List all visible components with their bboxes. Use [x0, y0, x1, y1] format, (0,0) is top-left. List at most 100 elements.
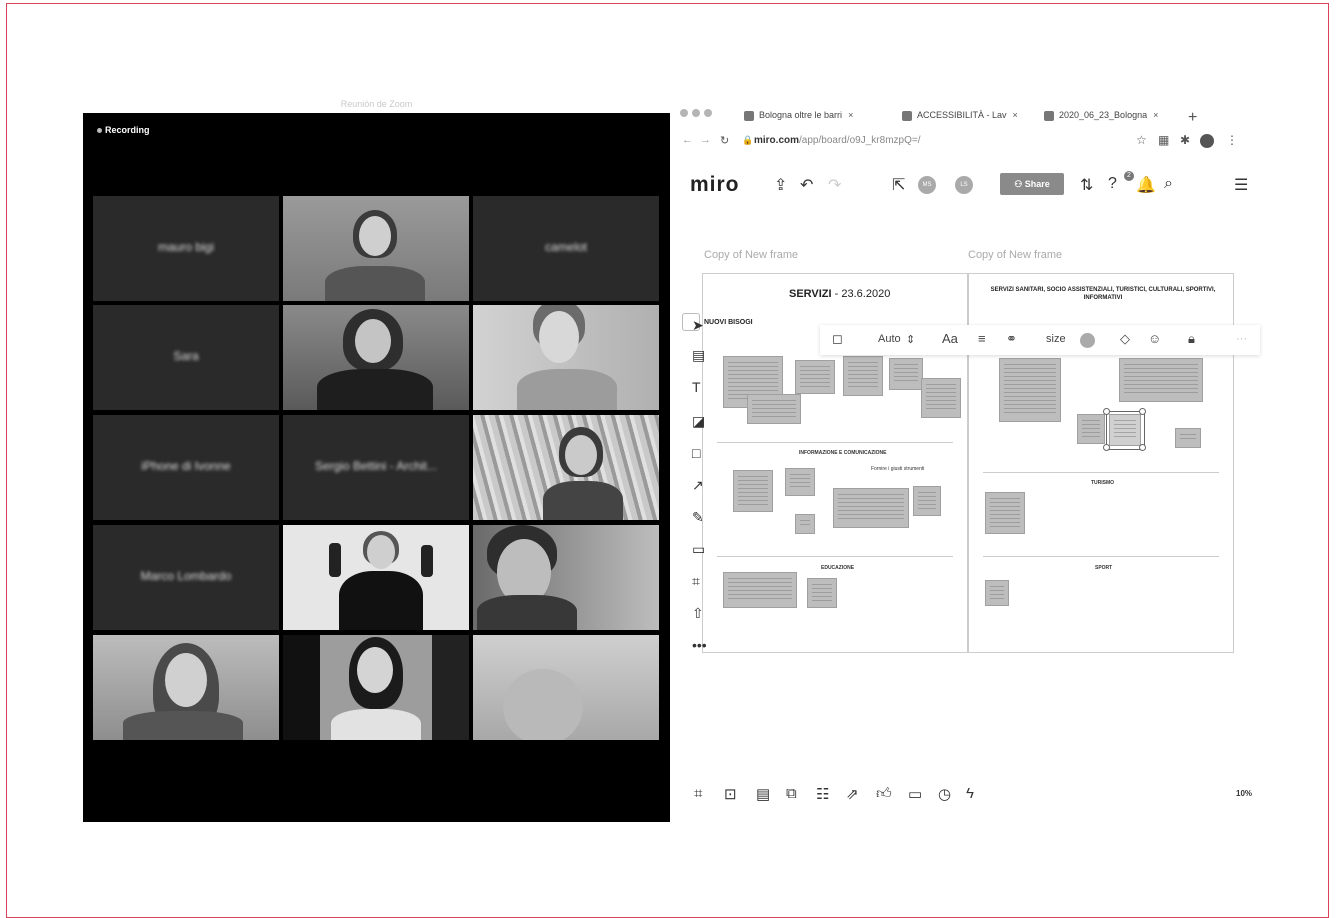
resize-handle[interactable] — [1103, 444, 1110, 451]
extensions-puzzle-icon[interactable]: ✱ — [1180, 133, 1190, 147]
sticky-note[interactable] — [843, 356, 883, 396]
participant-video-active[interactable] — [473, 525, 659, 630]
font-size-select[interactable]: Auto — [878, 333, 901, 345]
sticky-note[interactable] — [795, 514, 815, 534]
extension-grid-icon[interactable]: ▦ — [1158, 133, 1169, 147]
pen-icon[interactable]: ✎ — [692, 509, 704, 526]
participant-video[interactable] — [473, 415, 659, 520]
color-swatch[interactable] — [1080, 333, 1095, 348]
miro-logo[interactable]: miro — [690, 173, 740, 197]
timer-icon[interactable]: ◷ — [938, 785, 951, 803]
sticky-note[interactable] — [889, 358, 923, 390]
collaborator-avatar[interactable]: LS — [955, 176, 973, 194]
font-button[interactable]: Aa — [942, 331, 958, 346]
sticky-note[interactable] — [785, 468, 815, 496]
templates-icon[interactable]: ▤ — [692, 347, 705, 364]
bookmark-star-icon[interactable]: ☆ — [1136, 133, 1147, 147]
participant-video[interactable] — [283, 305, 469, 410]
screen-share-icon[interactable]: ⇗ — [846, 785, 859, 803]
sticky-note-icon[interactable]: ◪ — [692, 413, 705, 430]
presentation-icon[interactable]: ⊡ — [724, 785, 737, 803]
sticky-note[interactable] — [833, 488, 909, 528]
settings-sliders-icon[interactable]: ⇅ — [1080, 175, 1093, 195]
participant-video[interactable] — [283, 525, 469, 630]
redo-icon[interactable]: ↷ — [828, 175, 841, 195]
participant-tile[interactable]: mauro bigi — [93, 196, 279, 301]
connector-line-icon[interactable]: ↗ — [692, 477, 704, 494]
sticky-note[interactable] — [1119, 358, 1203, 402]
share-button[interactable]: ⚇ Share — [1000, 173, 1064, 195]
select-cursor-icon[interactable]: ➤ — [692, 317, 704, 334]
frame-title[interactable]: Copy of New frame — [704, 249, 798, 261]
cards-icon[interactable]: ⧉ — [786, 785, 797, 802]
bell-icon[interactable]: 🔔 — [1136, 175, 1156, 195]
font-size-stepper-icon[interactable]: ⇕ — [906, 333, 915, 346]
shape-icon[interactable]: □ — [692, 445, 700, 461]
forward-icon[interactable]: → — [700, 134, 711, 146]
participant-video[interactable] — [283, 635, 469, 740]
more-tools-icon[interactable]: ••• — [692, 637, 707, 653]
reload-icon[interactable]: ↻ — [720, 134, 729, 147]
browser-tab-active[interactable]: 2020_06_23_Bologna × — [1044, 107, 1158, 123]
help-icon[interactable]: ? — [1108, 175, 1117, 193]
maximize-window-icon[interactable] — [704, 109, 712, 117]
browser-tab[interactable]: ACCESSIBILITÀ - Lav × — [902, 107, 1018, 123]
participant-tile[interactable]: iPhone di Ivonne — [93, 415, 279, 520]
board-menu-icon[interactable]: ☰ — [1234, 175, 1248, 195]
tab-close-icon[interactable]: × — [848, 110, 853, 120]
undo-icon[interactable]: ↶ — [800, 175, 813, 195]
sticky-note[interactable] — [1077, 414, 1105, 444]
sticky-note[interactable] — [795, 360, 835, 394]
resize-handle[interactable] — [1139, 444, 1146, 451]
activity-icon[interactable]: ϟ — [966, 785, 974, 802]
sticky-note[interactable] — [723, 572, 797, 608]
participant-video[interactable] — [93, 635, 279, 740]
participant-tile[interactable]: Marco Lombardo — [93, 525, 279, 630]
participant-video[interactable] — [473, 305, 659, 410]
sticky-note[interactable] — [807, 578, 837, 608]
url-field[interactable]: miro.com/app/board/o9J_kr8mzpQ=/ — [754, 135, 920, 146]
sticky-note[interactable] — [747, 394, 801, 424]
zoom-level[interactable]: 10% — [1236, 789, 1252, 798]
align-icon[interactable]: ≡ — [978, 331, 986, 346]
resize-handle[interactable] — [1139, 408, 1146, 415]
tab-close-icon[interactable]: × — [1013, 110, 1018, 120]
collaborator-avatar[interactable]: MS — [918, 176, 936, 194]
tag-icon[interactable]: ◇ — [1120, 331, 1130, 347]
text-icon[interactable]: T — [692, 379, 701, 395]
export-icon[interactable]: ⇪ — [774, 175, 787, 195]
size-button[interactable]: size — [1046, 333, 1066, 345]
search-icon[interactable]: ⌕ — [1164, 175, 1173, 193]
comment-tool-icon[interactable]: ▭ — [692, 541, 705, 558]
more-options-icon[interactable]: ··· — [1236, 333, 1247, 345]
video-chat-icon[interactable]: ▭ — [908, 785, 922, 803]
sticky-note[interactable] — [985, 492, 1025, 534]
sticky-note[interactable] — [1175, 428, 1201, 448]
participant-tile[interactable]: camelot — [473, 196, 659, 301]
sticky-note[interactable] — [985, 580, 1009, 606]
lock-object-icon[interactable]: 🔒︎ — [1188, 331, 1195, 347]
back-icon[interactable]: ← — [682, 134, 693, 146]
frames-panel-icon[interactable]: ⌗ — [694, 785, 702, 802]
upload-icon[interactable]: ⇧ — [692, 605, 704, 622]
voting-thumb-icon[interactable]: 👍︎ — [876, 785, 892, 803]
sticky-note[interactable] — [733, 470, 773, 512]
link-icon[interactable]: ⚭ — [1006, 331, 1017, 347]
resize-handle[interactable] — [1103, 408, 1110, 415]
participant-video[interactable] — [283, 196, 469, 301]
participant-video[interactable] — [473, 635, 659, 740]
frame-tool-icon[interactable]: ⌗ — [692, 573, 700, 590]
cursor-follow-icon[interactable]: ⇱ — [892, 175, 905, 195]
profile-avatar[interactable] — [1200, 134, 1214, 148]
sticky-shape-icon[interactable]: ◻ — [832, 331, 843, 347]
tab-close-icon[interactable]: × — [1153, 110, 1158, 120]
minimize-window-icon[interactable] — [692, 109, 700, 117]
participant-tile[interactable]: Sergio Bettini - Archit... — [283, 415, 469, 520]
sticky-note[interactable] — [921, 378, 961, 418]
participant-tile[interactable]: Sara — [93, 305, 279, 410]
browser-menu-icon[interactable]: ⋮ — [1226, 133, 1238, 147]
comments-icon[interactable]: ▤ — [756, 785, 770, 803]
emoji-icon[interactable]: ☺ — [1148, 331, 1161, 346]
browser-tab[interactable]: Bologna oltre le barri × — [744, 107, 853, 123]
sticky-note[interactable] — [999, 358, 1061, 422]
